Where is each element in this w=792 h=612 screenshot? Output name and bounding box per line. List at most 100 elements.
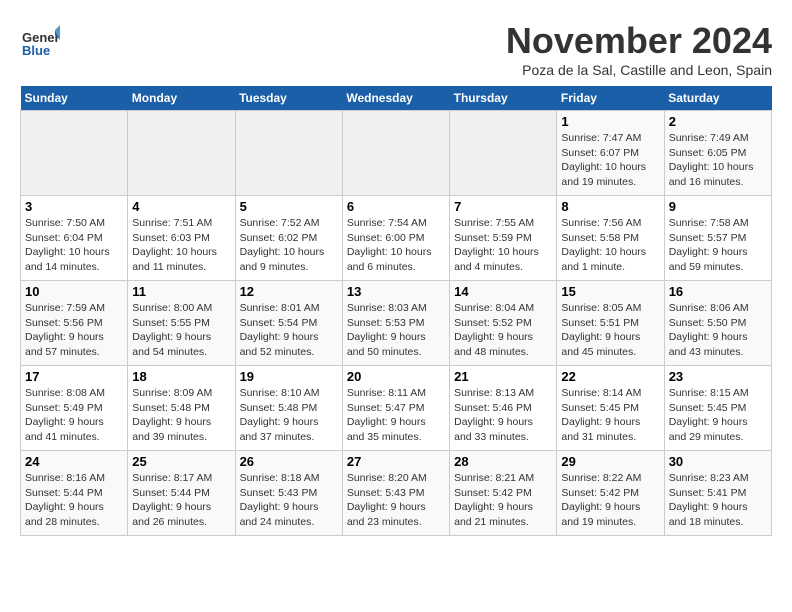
calendar-cell: 4 Sunrise: 7:51 AMSunset: 6:03 PMDaylight… bbox=[128, 196, 235, 281]
day-info: Sunrise: 8:21 AMSunset: 5:42 PMDaylight:… bbox=[454, 471, 552, 530]
logo: General Blue bbox=[20, 20, 64, 60]
day-number: 26 bbox=[240, 454, 338, 469]
title-area: November 2024 Poza de la Sal, Castille a… bbox=[506, 20, 772, 78]
day-number: 23 bbox=[669, 369, 767, 384]
day-number: 2 bbox=[669, 114, 767, 129]
day-number: 22 bbox=[561, 369, 659, 384]
day-number: 24 bbox=[25, 454, 123, 469]
calendar-week-5: 24 Sunrise: 8:16 AMSunset: 5:44 PMDayligh… bbox=[21, 451, 772, 536]
day-number: 9 bbox=[669, 199, 767, 214]
weekday-header-monday: Monday bbox=[128, 86, 235, 111]
day-info: Sunrise: 8:20 AMSunset: 5:43 PMDaylight:… bbox=[347, 471, 445, 530]
calendar-cell: 15Sunrise: 8:05 AMSunset: 5:51 PMDayligh… bbox=[557, 281, 664, 366]
calendar-cell: 25Sunrise: 8:17 AMSunset: 5:44 PMDayligh… bbox=[128, 451, 235, 536]
calendar-cell bbox=[128, 111, 235, 196]
day-number: 18 bbox=[132, 369, 230, 384]
day-info: Sunrise: 7:55 AMSunset: 5:59 PMDaylight:… bbox=[454, 216, 552, 275]
weekday-header-thursday: Thursday bbox=[450, 86, 557, 111]
day-number: 1 bbox=[561, 114, 659, 129]
day-info: Sunrise: 8:08 AMSunset: 5:49 PMDaylight:… bbox=[25, 386, 123, 445]
calendar-cell: 10 Sunrise: 7:59 AMSunset: 5:56 PMDayligh… bbox=[21, 281, 128, 366]
calendar-cell: 30 Sunrise: 8:23 AMSunset: 5:41 PMDayligh… bbox=[664, 451, 771, 536]
calendar-cell: 9 Sunrise: 7:58 AMSunset: 5:57 PMDaylight… bbox=[664, 196, 771, 281]
day-info: Sunrise: 8:23 AMSunset: 5:41 PMDaylight:… bbox=[669, 471, 767, 530]
calendar-cell: 23 Sunrise: 8:15 AMSunset: 5:45 PMDayligh… bbox=[664, 366, 771, 451]
day-number: 5 bbox=[240, 199, 338, 214]
day-info: Sunrise: 7:58 AMSunset: 5:57 PMDaylight:… bbox=[669, 216, 767, 275]
day-info: Sunrise: 8:22 AMSunset: 5:42 PMDaylight:… bbox=[561, 471, 659, 530]
day-number: 10 bbox=[25, 284, 123, 299]
weekday-header-tuesday: Tuesday bbox=[235, 86, 342, 111]
calendar-cell: 11 Sunrise: 8:00 AMSunset: 5:55 PMDayligh… bbox=[128, 281, 235, 366]
day-info: Sunrise: 8:10 AMSunset: 5:48 PMDaylight:… bbox=[240, 386, 338, 445]
weekday-header-saturday: Saturday bbox=[664, 86, 771, 111]
day-info: Sunrise: 7:56 AMSunset: 5:58 PMDaylight:… bbox=[561, 216, 659, 275]
calendar-cell: 2 Sunrise: 7:49 AMSunset: 6:05 PMDaylight… bbox=[664, 111, 771, 196]
weekday-header-friday: Friday bbox=[557, 86, 664, 111]
day-info: Sunrise: 8:13 AMSunset: 5:46 PMDaylight:… bbox=[454, 386, 552, 445]
day-number: 30 bbox=[669, 454, 767, 469]
day-number: 16 bbox=[669, 284, 767, 299]
day-number: 19 bbox=[240, 369, 338, 384]
day-info: Sunrise: 8:14 AMSunset: 5:45 PMDaylight:… bbox=[561, 386, 659, 445]
day-number: 7 bbox=[454, 199, 552, 214]
calendar-week-4: 17 Sunrise: 8:08 AMSunset: 5:49 PMDayligh… bbox=[21, 366, 772, 451]
day-info: Sunrise: 7:59 AMSunset: 5:56 PMDaylight:… bbox=[25, 301, 123, 360]
day-number: 3 bbox=[25, 199, 123, 214]
day-number: 13 bbox=[347, 284, 445, 299]
calendar-cell: 27 Sunrise: 8:20 AMSunset: 5:43 PMDayligh… bbox=[342, 451, 449, 536]
calendar-cell: 7 Sunrise: 7:55 AMSunset: 5:59 PMDaylight… bbox=[450, 196, 557, 281]
day-number: 29 bbox=[561, 454, 659, 469]
day-info: Sunrise: 7:52 AMSunset: 6:02 PMDaylight:… bbox=[240, 216, 338, 275]
day-number: 20 bbox=[347, 369, 445, 384]
day-number: 21 bbox=[454, 369, 552, 384]
calendar-cell: 21 Sunrise: 8:13 AMSunset: 5:46 PMDayligh… bbox=[450, 366, 557, 451]
day-info: Sunrise: 8:15 AMSunset: 5:45 PMDaylight:… bbox=[669, 386, 767, 445]
calendar-cell: 16 Sunrise: 8:06 AMSunset: 5:50 PMDayligh… bbox=[664, 281, 771, 366]
day-info: Sunrise: 8:04 AMSunset: 5:52 PMDaylight:… bbox=[454, 301, 552, 360]
calendar-cell bbox=[450, 111, 557, 196]
calendar-cell: 29 Sunrise: 8:22 AMSunset: 5:42 PMDayligh… bbox=[557, 451, 664, 536]
day-info: Sunrise: 8:06 AMSunset: 5:50 PMDaylight:… bbox=[669, 301, 767, 360]
calendar-cell: 5 Sunrise: 7:52 AMSunset: 6:02 PMDaylight… bbox=[235, 196, 342, 281]
calendar-week-3: 10 Sunrise: 7:59 AMSunset: 5:56 PMDayligh… bbox=[21, 281, 772, 366]
weekday-header-wednesday: Wednesday bbox=[342, 86, 449, 111]
day-info: Sunrise: 7:49 AMSunset: 6:05 PMDaylight:… bbox=[669, 131, 767, 190]
calendar-cell: 13Sunrise: 8:03 AMSunset: 5:53 PMDayligh… bbox=[342, 281, 449, 366]
month-year-title: November 2024 bbox=[506, 20, 772, 62]
calendar-cell: 26 Sunrise: 8:18 AMSunset: 5:43 PMDayligh… bbox=[235, 451, 342, 536]
day-info: Sunrise: 8:09 AMSunset: 5:48 PMDaylight:… bbox=[132, 386, 230, 445]
calendar-week-2: 3 Sunrise: 7:50 AMSunset: 6:04 PMDaylight… bbox=[21, 196, 772, 281]
day-info: Sunrise: 7:51 AMSunset: 6:03 PMDaylight:… bbox=[132, 216, 230, 275]
day-number: 12 bbox=[240, 284, 338, 299]
day-number: 14 bbox=[454, 284, 552, 299]
day-info: Sunrise: 8:18 AMSunset: 5:43 PMDaylight:… bbox=[240, 471, 338, 530]
calendar-cell bbox=[21, 111, 128, 196]
calendar-cell: 3 Sunrise: 7:50 AMSunset: 6:04 PMDaylight… bbox=[21, 196, 128, 281]
calendar-cell: 1 Sunrise: 7:47 AMSunset: 6:07 PMDaylight… bbox=[557, 111, 664, 196]
day-info: Sunrise: 8:16 AMSunset: 5:44 PMDaylight:… bbox=[25, 471, 123, 530]
day-number: 4 bbox=[132, 199, 230, 214]
day-info: Sunrise: 8:05 AMSunset: 5:51 PMDaylight:… bbox=[561, 301, 659, 360]
calendar-cell: 20 Sunrise: 8:11 AMSunset: 5:47 PMDayligh… bbox=[342, 366, 449, 451]
day-info: Sunrise: 8:00 AMSunset: 5:55 PMDaylight:… bbox=[132, 301, 230, 360]
day-info: Sunrise: 8:01 AMSunset: 5:54 PMDaylight:… bbox=[240, 301, 338, 360]
calendar-cell: 24 Sunrise: 8:16 AMSunset: 5:44 PMDayligh… bbox=[21, 451, 128, 536]
calendar-table: SundayMondayTuesdayWednesdayThursdayFrid… bbox=[20, 86, 772, 536]
day-info: Sunrise: 8:11 AMSunset: 5:47 PMDaylight:… bbox=[347, 386, 445, 445]
svg-text:Blue: Blue bbox=[22, 43, 50, 58]
calendar-cell: 6 Sunrise: 7:54 AMSunset: 6:00 PMDaylight… bbox=[342, 196, 449, 281]
day-number: 6 bbox=[347, 199, 445, 214]
day-number: 8 bbox=[561, 199, 659, 214]
day-number: 17 bbox=[25, 369, 123, 384]
day-info: Sunrise: 7:54 AMSunset: 6:00 PMDaylight:… bbox=[347, 216, 445, 275]
calendar-cell: 12 Sunrise: 8:01 AMSunset: 5:54 PMDayligh… bbox=[235, 281, 342, 366]
calendar-cell: 17 Sunrise: 8:08 AMSunset: 5:49 PMDayligh… bbox=[21, 366, 128, 451]
day-info: Sunrise: 7:47 AMSunset: 6:07 PMDaylight:… bbox=[561, 131, 659, 190]
day-number: 25 bbox=[132, 454, 230, 469]
day-info: Sunrise: 7:50 AMSunset: 6:04 PMDaylight:… bbox=[25, 216, 123, 275]
day-number: 27 bbox=[347, 454, 445, 469]
calendar-cell bbox=[342, 111, 449, 196]
day-number: 11 bbox=[132, 284, 230, 299]
calendar-cell: 8 Sunrise: 7:56 AMSunset: 5:58 PMDaylight… bbox=[557, 196, 664, 281]
